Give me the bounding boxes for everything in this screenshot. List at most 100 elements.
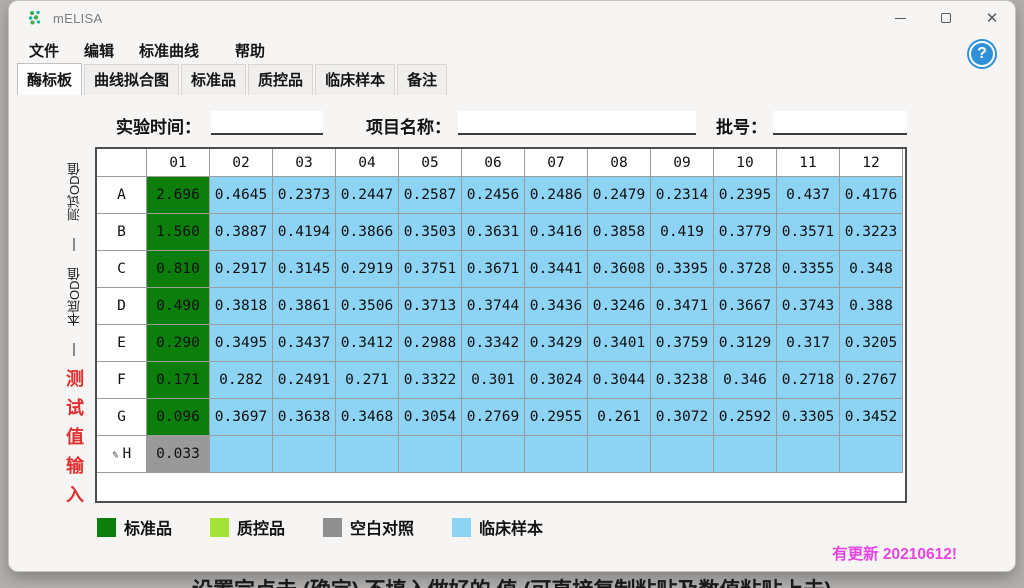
side-tab-background-od[interactable]: 本底OD值 [65,254,84,340]
plate-cell-G10[interactable]: 0.2592 [714,399,777,436]
plate-cell-H11[interactable] [777,436,840,473]
plate-cell-C03[interactable]: 0.3145 [273,251,336,288]
plate-cell-E10[interactable]: 0.3129 [714,325,777,362]
plate-cell-H12[interactable] [840,436,903,473]
plate-cell-G03[interactable]: 0.3638 [273,399,336,436]
plate-cell-A04[interactable]: 0.2447 [336,177,399,214]
side-tab-test-od[interactable]: 测试OD值 [65,149,84,235]
plate-cell-B03[interactable]: 0.4194 [273,214,336,251]
experiment-time-input[interactable] [211,111,323,135]
plate-cell-E02[interactable]: 0.3495 [210,325,273,362]
tab-qc[interactable]: 质控品 [248,64,313,95]
plate-cell-F07[interactable]: 0.3024 [525,362,588,399]
plate-cell-D04[interactable]: 0.3506 [336,288,399,325]
plate-cell-A12[interactable]: 0.4176 [840,177,903,214]
plate-cell-F02[interactable]: 0.282 [210,362,273,399]
plate-cell-G05[interactable]: 0.3054 [399,399,462,436]
plate-cell-H08[interactable] [588,436,651,473]
plate-cell-G01[interactable]: 0.096 [147,399,210,436]
plate-cell-D07[interactable]: 0.3436 [525,288,588,325]
tab-plate[interactable]: 酶标板 [17,63,82,95]
plate-cell-B08[interactable]: 0.3858 [588,214,651,251]
maximize-button[interactable] [923,1,969,35]
plate-cell-F09[interactable]: 0.3238 [651,362,714,399]
plate-cell-C04[interactable]: 0.2919 [336,251,399,288]
plate-cell-H07[interactable] [525,436,588,473]
plate-cell-F04[interactable]: 0.271 [336,362,399,399]
plate-cell-C10[interactable]: 0.3728 [714,251,777,288]
plate-cell-B06[interactable]: 0.3631 [462,214,525,251]
plate-cell-E01[interactable]: 0.290 [147,325,210,362]
plate-cell-A07[interactable]: 0.2486 [525,177,588,214]
plate-cell-A02[interactable]: 0.4645 [210,177,273,214]
plate-cell-B12[interactable]: 0.3223 [840,214,903,251]
plate-cell-C07[interactable]: 0.3441 [525,251,588,288]
plate-cell-A09[interactable]: 0.2314 [651,177,714,214]
plate-cell-C02[interactable]: 0.2917 [210,251,273,288]
tab-curve-fit[interactable]: 曲线拟合图 [84,64,179,95]
plate-cell-H06[interactable] [462,436,525,473]
plate-cell-E12[interactable]: 0.3205 [840,325,903,362]
plate-cell-H02[interactable] [210,436,273,473]
plate-cell-D03[interactable]: 0.3861 [273,288,336,325]
plate-cell-F11[interactable]: 0.2718 [777,362,840,399]
plate-cell-F08[interactable]: 0.3044 [588,362,651,399]
plate-cell-D11[interactable]: 0.3743 [777,288,840,325]
menu-file[interactable]: 文件 [25,38,63,63]
plate-cell-B02[interactable]: 0.3887 [210,214,273,251]
plate-cell-F10[interactable]: 0.346 [714,362,777,399]
plate-cell-D10[interactable]: 0.3667 [714,288,777,325]
plate-cell-F01[interactable]: 0.171 [147,362,210,399]
plate-cell-A06[interactable]: 0.2456 [462,177,525,214]
batch-number-input[interactable] [773,111,907,135]
plate-cell-C06[interactable]: 0.3671 [462,251,525,288]
plate-cell-A11[interactable]: 0.437 [777,177,840,214]
plate-cell-D05[interactable]: 0.3713 [399,288,462,325]
help-icon[interactable]: ? [969,41,995,67]
close-button[interactable]: ✕ [969,1,1015,35]
plate-cell-A01[interactable]: 2.696 [147,177,210,214]
plate-cell-D02[interactable]: 0.3818 [210,288,273,325]
plate-cell-H03[interactable] [273,436,336,473]
plate-cell-A08[interactable]: 0.2479 [588,177,651,214]
tab-clinical-samples[interactable]: 临床样本 [315,64,395,95]
plate-cell-G04[interactable]: 0.3468 [336,399,399,436]
plate-cell-H10[interactable] [714,436,777,473]
plate-cell-D09[interactable]: 0.3471 [651,288,714,325]
plate-cell-F05[interactable]: 0.3322 [399,362,462,399]
plate-cell-G02[interactable]: 0.3697 [210,399,273,436]
plate-cell-D06[interactable]: 0.3744 [462,288,525,325]
plate-cell-E03[interactable]: 0.3437 [273,325,336,362]
plate-cell-F12[interactable]: 0.2767 [840,362,903,399]
plate-cell-D08[interactable]: 0.3246 [588,288,651,325]
plate-cell-B10[interactable]: 0.3779 [714,214,777,251]
plate-cell-B05[interactable]: 0.3503 [399,214,462,251]
tab-standards[interactable]: 标准品 [181,64,246,95]
plate-cell-C11[interactable]: 0.3355 [777,251,840,288]
plate-cell-E04[interactable]: 0.3412 [336,325,399,362]
plate-cell-C08[interactable]: 0.3608 [588,251,651,288]
plate-cell-C01[interactable]: 0.810 [147,251,210,288]
tab-notes[interactable]: 备注 [397,64,447,95]
plate-cell-C05[interactable]: 0.3751 [399,251,462,288]
menu-standard-curve[interactable]: 标准曲线 [135,38,203,63]
plate-cell-B07[interactable]: 0.3416 [525,214,588,251]
plate-cell-B04[interactable]: 0.3866 [336,214,399,251]
plate-cell-H01[interactable]: 0.033 [147,436,210,473]
plate-cell-G12[interactable]: 0.3452 [840,399,903,436]
plate-cell-E11[interactable]: 0.317 [777,325,840,362]
plate-cell-D12[interactable]: 0.388 [840,288,903,325]
plate-cell-E05[interactable]: 0.2988 [399,325,462,362]
plate-cell-C12[interactable]: 0.348 [840,251,903,288]
plate-cell-H09[interactable] [651,436,714,473]
plate-cell-G11[interactable]: 0.3305 [777,399,840,436]
plate-cell-F03[interactable]: 0.2491 [273,362,336,399]
plate-cell-G06[interactable]: 0.2769 [462,399,525,436]
plate-cell-D01[interactable]: 0.490 [147,288,210,325]
plate-cell-G09[interactable]: 0.3072 [651,399,714,436]
plate-cell-G07[interactable]: 0.2955 [525,399,588,436]
plate-cell-H05[interactable] [399,436,462,473]
plate-cell-E08[interactable]: 0.3401 [588,325,651,362]
plate-cell-B01[interactable]: 1.560 [147,214,210,251]
plate-cell-E06[interactable]: 0.3342 [462,325,525,362]
